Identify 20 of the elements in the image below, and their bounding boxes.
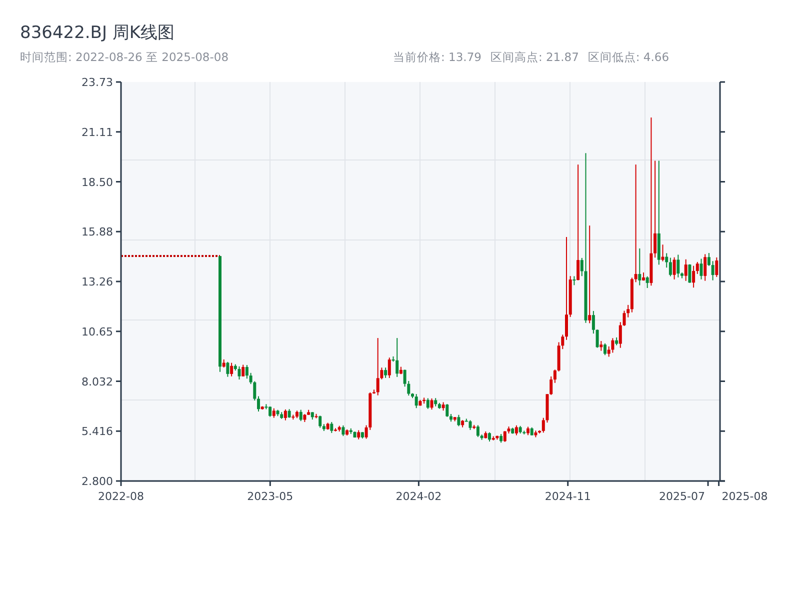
price-stat: 当前价格: 13.79 — [393, 50, 482, 65]
price-stat: 区间高点: 21.87 — [490, 50, 579, 65]
axis-label: 5.416 — [82, 425, 113, 438]
axis-label: 2024-02 — [396, 490, 442, 503]
axis-label: 23.73 — [82, 76, 113, 89]
axis-label: 2025-08 — [722, 490, 768, 503]
axis-label: 2.800 — [82, 475, 113, 488]
date-range: 时间范围: 2022-08-26 至 2025-08-08 — [20, 50, 230, 65]
axis-label: 2024-11 — [544, 490, 591, 503]
axis-label: 21.11 — [82, 126, 113, 139]
axis-label: 10.65 — [82, 325, 113, 338]
price-stat: 区间低点: 4.66 — [588, 50, 670, 65]
axis-label: 18.50 — [82, 176, 113, 189]
axis-label: 8.032 — [82, 375, 113, 388]
chart-title: 836422.BJ 周K线图 — [20, 22, 176, 44]
axis-label: 2023-05 — [247, 490, 294, 503]
axis-label: 2025-07 — [659, 490, 706, 503]
axis-label: 15.88 — [82, 226, 113, 239]
axis-label: 13.26 — [82, 276, 113, 288]
axis-label: 2022-08 — [98, 490, 144, 503]
